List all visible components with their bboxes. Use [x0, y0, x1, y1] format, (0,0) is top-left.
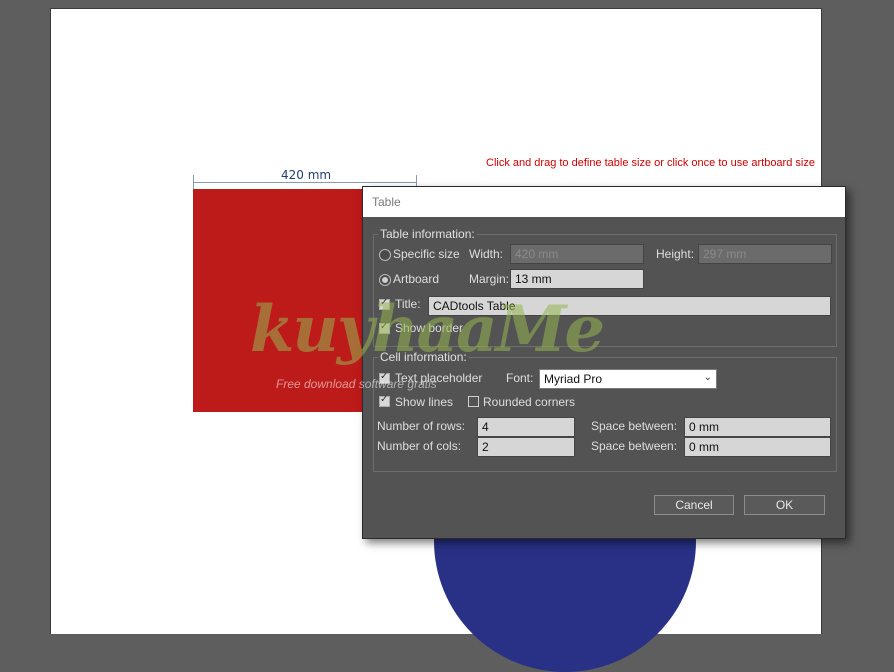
cols-label: Number of cols: [377, 439, 462, 453]
table-information-heading: Table information: [378, 227, 477, 241]
font-select[interactable]: Myriad Pro ⌄ [539, 369, 717, 389]
rows-field[interactable]: 4 [477, 417, 575, 437]
width-field[interactable]: 420 mm [510, 244, 644, 264]
rows-label: Number of rows: [377, 419, 466, 433]
dimension-line [193, 182, 416, 183]
rounded-corners-checkbox[interactable] [468, 396, 479, 407]
specific-size-label: Specific size [393, 247, 460, 261]
col-space-field[interactable]: 0 mm [684, 437, 831, 457]
ok-button[interactable]: OK [744, 495, 825, 515]
chevron-down-icon: ⌄ [703, 372, 712, 383]
show-lines-checkbox[interactable] [379, 394, 390, 407]
font-select-value: Myriad Pro [544, 372, 603, 386]
rounded-corners-label: Rounded corners [483, 395, 576, 409]
cols-field[interactable]: 2 [477, 437, 575, 457]
row-space-field[interactable]: 0 mm [684, 417, 831, 437]
font-label: Font: [506, 371, 534, 385]
specific-size-radio[interactable] [379, 249, 391, 261]
watermark-logo: kuyhaaMe [250, 292, 605, 367]
cancel-button[interactable]: Cancel [654, 495, 734, 515]
dimension-label: 420 mm [278, 168, 335, 182]
dialog-titlebar[interactable]: Table [363, 187, 845, 217]
col-space-label: Space between: [591, 439, 678, 453]
height-field[interactable]: 297 mm [698, 244, 832, 264]
show-lines-label: Show lines [395, 395, 454, 409]
margin-label: Margin: [469, 272, 510, 286]
tool-hint-text: Click and drag to define table size or c… [486, 157, 815, 169]
dialog-title: Table [372, 195, 401, 209]
height-label: Height: [656, 247, 695, 261]
artboard-radio[interactable] [379, 274, 391, 286]
margin-field[interactable]: 13 mm [510, 269, 644, 289]
row-space-label: Space between: [591, 419, 678, 433]
width-label: Width: [469, 247, 504, 261]
watermark-tagline: Free download software gratis [276, 377, 437, 391]
artboard-label: Artboard [393, 272, 440, 286]
